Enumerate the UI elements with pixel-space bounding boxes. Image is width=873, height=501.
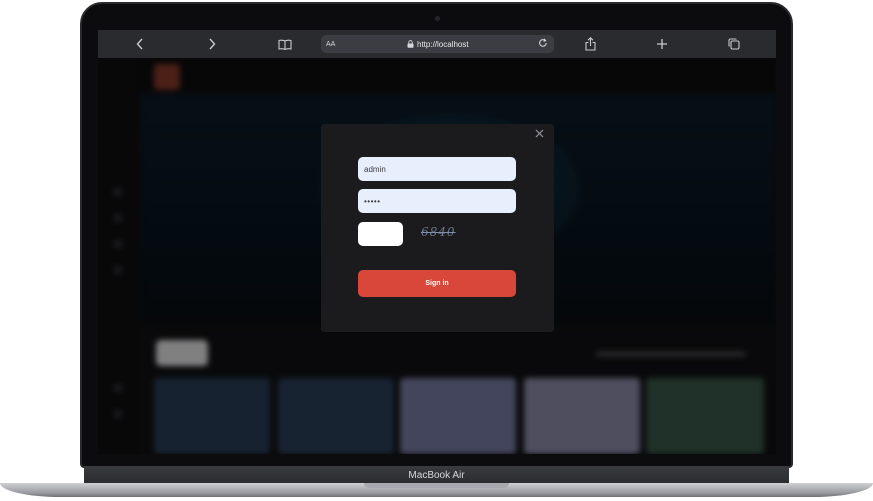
bookmarks-icon[interactable]: [274, 30, 296, 58]
laptop-mockup: AA http://localhost admin ••••• 6840 Sig…: [0, 0, 873, 501]
username-field[interactable]: [358, 157, 516, 181]
screen: AA http://localhost admin ••••• 6840 Sig…: [98, 30, 776, 454]
password-field[interactable]: [358, 189, 516, 213]
captcha-image[interactable]: 6840: [421, 225, 456, 239]
reload-icon[interactable]: [538, 37, 548, 51]
address-display: http://localhost: [407, 40, 469, 49]
camera: [435, 16, 440, 21]
browser-toolbar: AA http://localhost: [98, 30, 776, 58]
text-size-button[interactable]: AA: [326, 41, 335, 48]
close-icon[interactable]: [533, 128, 545, 140]
device-label: MacBook Air: [408, 469, 465, 481]
laptop-base: MacBook Air: [84, 466, 789, 484]
login-modal: 6840 Sign in: [321, 124, 554, 332]
captcha-input[interactable]: [358, 222, 403, 246]
back-icon[interactable]: [130, 30, 150, 58]
url-text: http://localhost: [417, 39, 469, 49]
tabs-overview-icon[interactable]: [724, 30, 744, 58]
new-tab-icon[interactable]: [652, 30, 672, 58]
address-bar[interactable]: AA http://localhost: [321, 35, 554, 53]
laptop-notch: [364, 483, 509, 488]
sign-in-button[interactable]: Sign in: [358, 270, 516, 297]
share-icon[interactable]: [580, 30, 600, 58]
forward-icon[interactable]: [202, 30, 222, 58]
lock-icon: [407, 40, 414, 48]
